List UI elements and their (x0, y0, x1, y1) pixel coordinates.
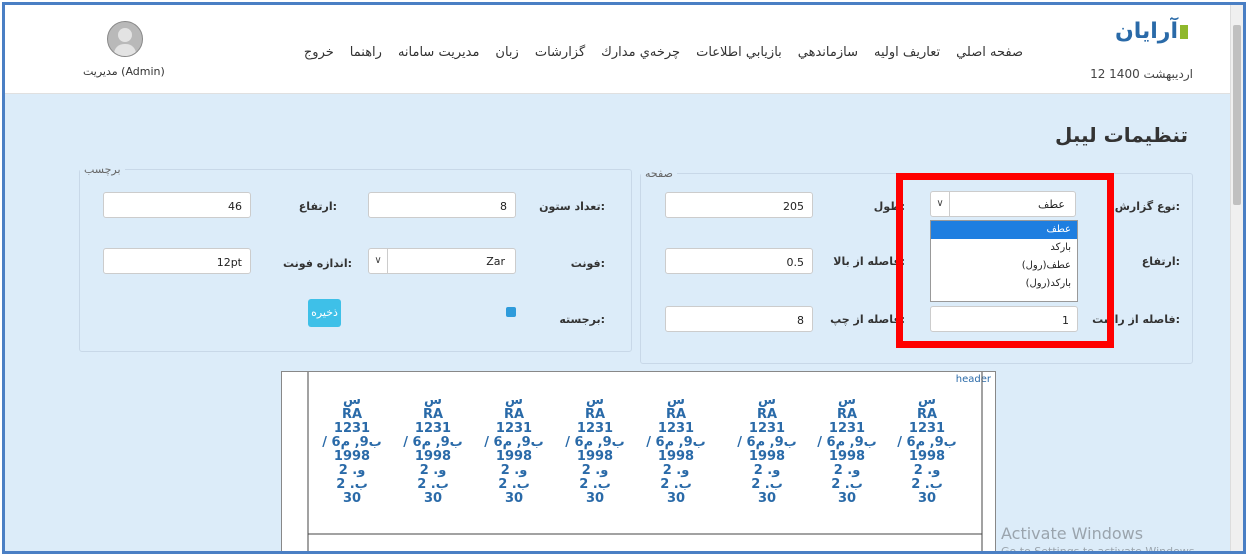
current-date: 12 اردیبهشت 1400 (1090, 67, 1193, 81)
page-settings-legend: صفحه (645, 167, 673, 180)
nav-language[interactable]: زبان (487, 45, 526, 60)
label-preview-sheet: header س RA 1231/ ب9, م6 1998 و. 2 ب. 2 30 س RA… (281, 371, 996, 551)
top-header: آرایان 12 اردیبهشت 1400 صفحه اصلي تعاريف… (5, 5, 1243, 94)
main-nav: صفحه اصلي تعاريف اوليه سازماندهي بازيابي… (296, 45, 1031, 60)
chevron-down-icon: ∨ (369, 249, 388, 273)
nav-retrieval[interactable]: بازيابي اطلاعات (688, 45, 790, 60)
preview-label-cell: س RA 1231/ ب9, م6 1998 و. 2 ب. 2 30 (817, 393, 877, 506)
font-label: فونت: (570, 257, 605, 270)
length-input[interactable]: 205 (665, 192, 813, 218)
left-margin-label: فاصله از چپ: (830, 313, 905, 326)
bold-checkbox[interactable] (506, 307, 516, 317)
vertical-scrollbar[interactable] (1230, 5, 1243, 551)
length-label: طول: (873, 200, 905, 213)
nav-home[interactable]: صفحه اصلي (948, 45, 1031, 60)
preview-label-cell: س RA 1231/ ب9, م6 1998 و. 2 ب. 2 30 (403, 393, 463, 506)
nav-help[interactable]: راهنما (342, 45, 390, 60)
user-name: مدیریت (Admin) (83, 65, 165, 78)
page-title: تنظیمات لیبل (1055, 123, 1188, 147)
app-window: آرایان 12 اردیبهشت 1400 صفحه اصلي تعاريف… (2, 2, 1246, 554)
activate-windows-subtitle: Go to Settings to activate Windows. (1001, 545, 1199, 554)
nav-organization[interactable]: سازماندهي (790, 45, 866, 60)
user-avatar-icon[interactable] (107, 21, 143, 57)
height-page-label: ارتفاع: (1141, 255, 1180, 268)
nav-system-admin[interactable]: مديريت سامانه (390, 45, 487, 60)
nav-basic-definitions[interactable]: تعاريف اوليه (866, 45, 948, 60)
nav-document-cycle[interactable]: چرخه‌ي مدارك (593, 45, 688, 60)
preview-grid (307, 372, 983, 551)
label-height-input[interactable]: 46 (103, 192, 251, 218)
preview-label-cell: س RA 1231/ ب9, م6 1998 و. 2 ب. 2 30 (737, 393, 797, 506)
activate-windows-title: Activate Windows (1001, 524, 1144, 543)
preview-label-cell: س RA 1231/ ب9, م6 1998 و. 2 ب. 2 30 (565, 393, 625, 506)
columns-input[interactable]: 8 (368, 192, 516, 218)
preview-label-cell: س RA 1231/ ب9, م6 1998 و. 2 ب. 2 30 (322, 393, 382, 506)
font-size-input[interactable]: 12pt (103, 248, 251, 274)
nav-reports[interactable]: گزارشات (527, 45, 593, 60)
save-button[interactable]: ذخیره (308, 299, 341, 327)
font-select[interactable]: ∨ Zar (368, 248, 516, 274)
columns-label: تعداد ستون: (539, 200, 605, 213)
label-settings-legend: برچسب (84, 163, 121, 176)
font-size-label: اندازه فونت: (283, 257, 352, 270)
preview-label-cell: س RA 1231/ ب9, م6 1998 و. 2 ب. 2 30 (484, 393, 544, 506)
scrollbar-thumb[interactable] (1233, 25, 1241, 205)
bold-label: برجسته: (559, 313, 605, 326)
top-margin-label: فاصله از بالا: (833, 255, 905, 268)
nav-exit[interactable]: خروج (296, 45, 342, 60)
preview-label-cell: س RA 1231/ ب9, م6 1998 و. 2 ب. 2 30 (646, 393, 706, 506)
left-margin-input[interactable]: 8 (665, 306, 813, 332)
preview-label-cell: س RA 1231/ ب9, م6 1998 و. 2 ب. 2 30 (897, 393, 957, 506)
top-margin-input[interactable]: 0.5 (665, 248, 813, 274)
highlight-box (896, 173, 1114, 348)
label-height-label: ارتفاع: (298, 200, 337, 213)
logo: آرایان (1115, 19, 1188, 44)
